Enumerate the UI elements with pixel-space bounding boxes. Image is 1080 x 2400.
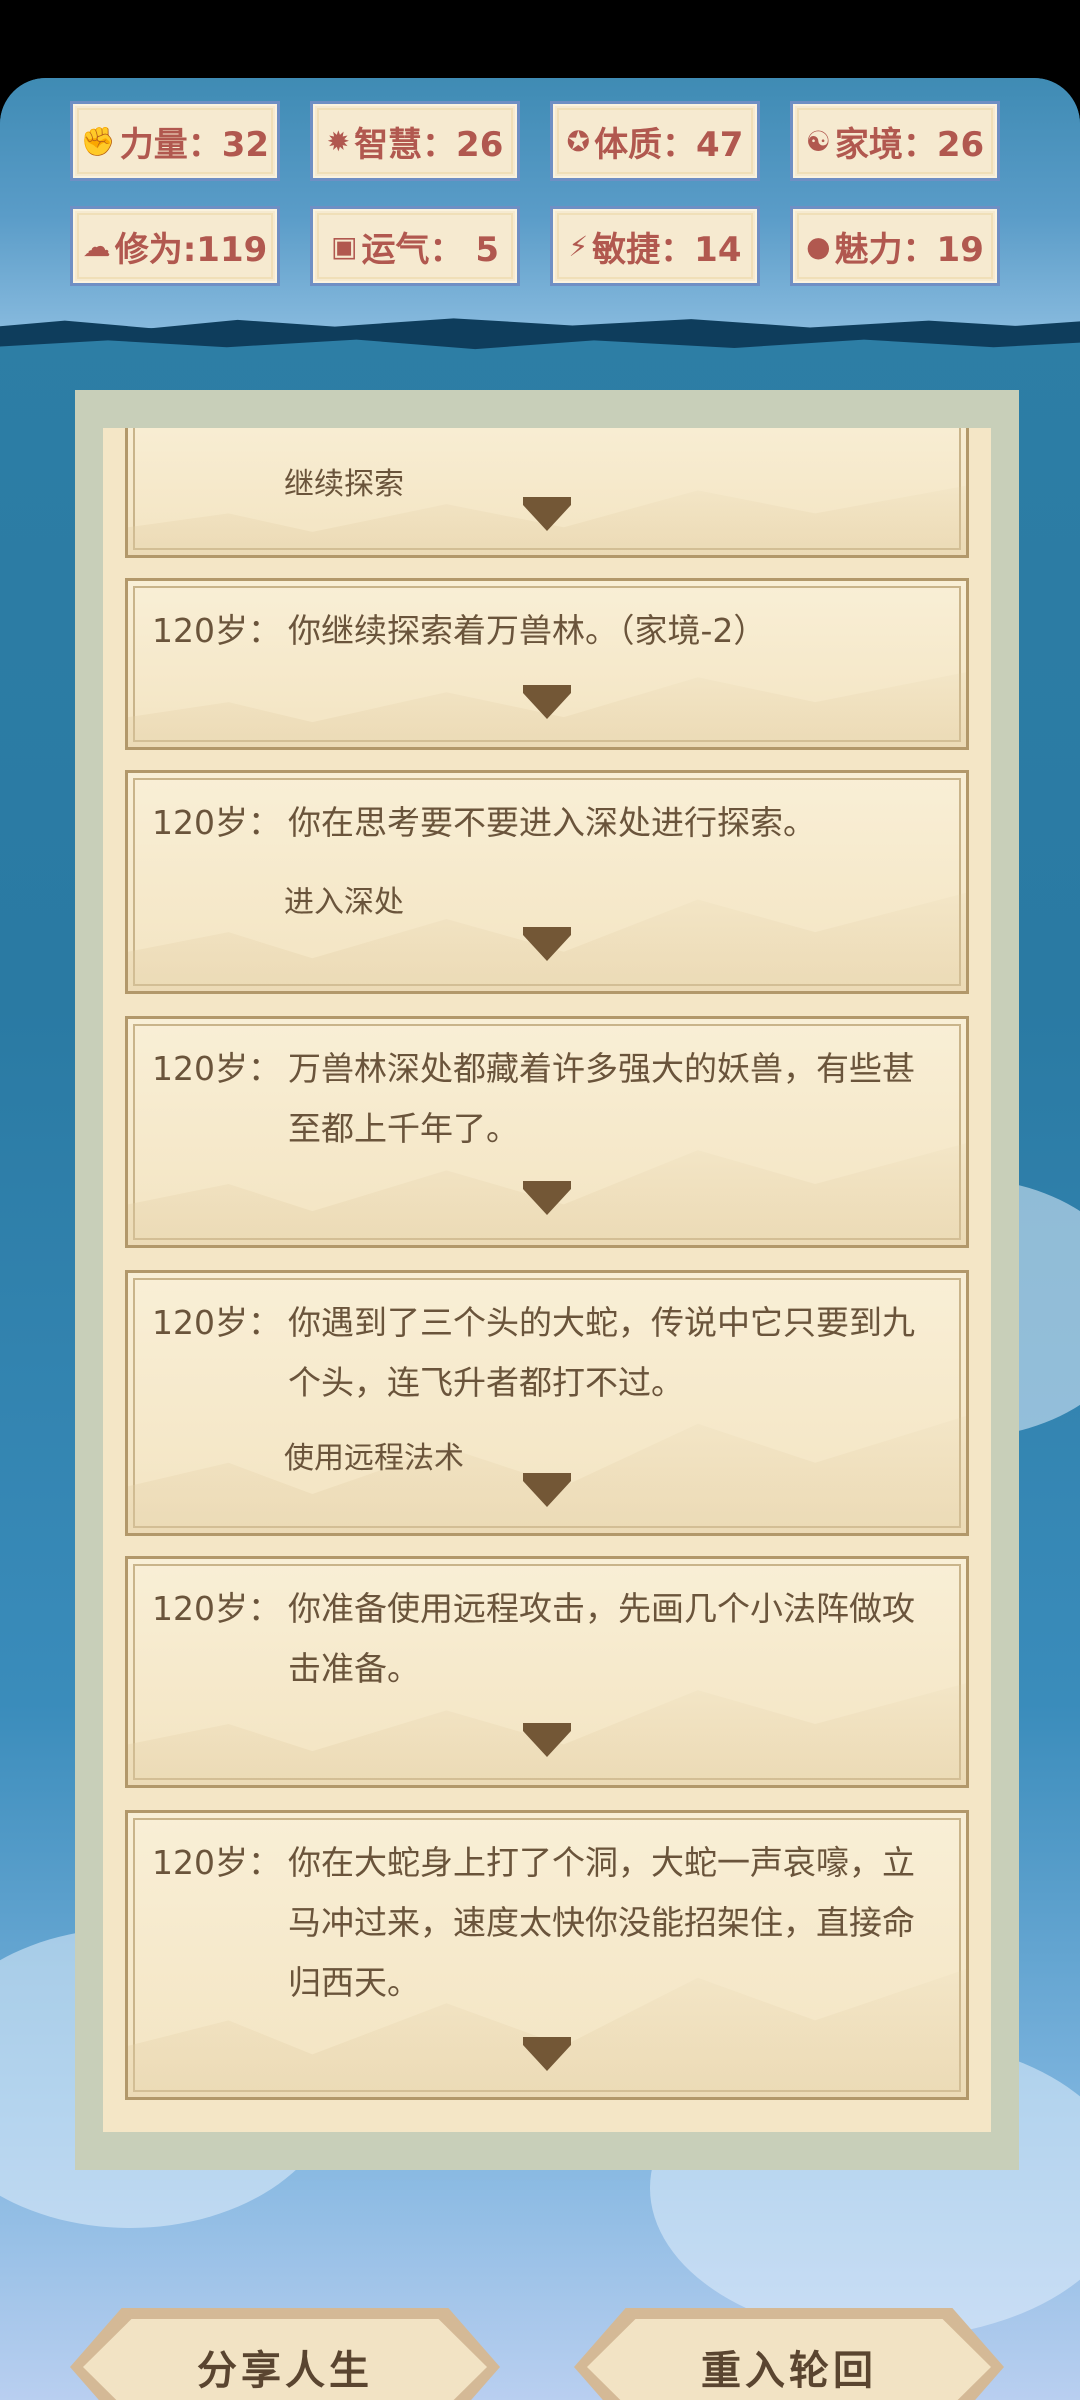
age-label: 120岁： [152,1843,281,1882]
entry-text: 你继续探索着万兽林。（家境-2） [288,611,767,650]
cloud-icon: ☁ [82,229,111,263]
entry-text: 你遇到了三个头的大蛇，传说中它只要到九个头，连飞升者都打不过。 [288,1303,915,1402]
stat-constitution: ✪ 体质：47 [550,101,760,181]
lightning-icon: ⚡ [568,229,589,263]
entry-text: 你在思考要不要进入深处进行探索。 [288,803,816,842]
entry-text: 万兽林深处都藏着许多强大的妖兽，有些甚至都上千年了。 [288,1049,915,1148]
log-entry: 120岁： 你在思考要不要进入深处进行探索。 [152,793,942,853]
stat-strength: ✊ 力量：32 [70,101,280,181]
log-entry: 120岁： 你继续探索着万兽林。（家境-2） [152,601,942,661]
age-label: 120岁： [152,611,281,650]
expand-arrow-icon[interactable] [523,1723,571,1757]
stat-label: 力量：32 [119,124,270,165]
stat-agility: ⚡ 敏捷：14 [550,206,760,286]
stat-charm: ● 魅力：19 [790,206,1000,286]
age-label: 120岁： [152,803,281,842]
log-card: 120岁： 你遇到了三个头的大蛇，传说中它只要到九个头，连飞升者都打不过。 使用远… [125,1270,969,1536]
log-entry: 120岁： 你准备使用远程攻击，先画几个小法阵做攻击准备。 [152,1579,942,1699]
stat-label: 家境：26 [834,124,985,165]
restart-cycle-button[interactable]: 重入轮回 [574,2308,1004,2400]
lightbulb-icon: ✹ [326,124,351,158]
choice-label[interactable]: 使用远程法术 [284,1433,464,1477]
log-entry: 120岁： 万兽林深处都藏着许多强大的妖兽，有些甚至都上千年了。 [152,1039,942,1159]
expand-arrow-icon[interactable] [523,2037,571,2071]
stat-wisdom: ✹ 智慧：26 [310,101,520,181]
log-card: 继续探索 [125,428,969,558]
log-card: 120岁： 你在大蛇身上打了个洞，大蛇一声哀嚎，立马冲过来，速度太快你没能招架住，… [125,1810,969,2100]
entry-text: 你准备使用远程攻击，先画几个小法阵做攻击准备。 [288,1589,915,1688]
log-card: 120岁： 万兽林深处都藏着许多强大的妖兽，有些甚至都上千年了。 [125,1016,969,1248]
stat-label: 魅力：19 [834,229,984,270]
stat-label: 敏捷：14 [592,229,742,270]
choice-label[interactable]: 进入深处 [284,877,404,921]
age-label: 120岁： [152,1303,281,1342]
log-card: 120岁： 你在思考要不要进入深处进行探索。 进入深处 [125,770,969,994]
stat-label: 智慧：26 [354,124,504,165]
age-label: 120岁： [152,1049,281,1088]
restart-cycle-label: 重入轮回 [587,2319,991,2400]
log-card: 120岁： 你准备使用远程攻击，先画几个小法阵做攻击准备。 [125,1556,969,1788]
log-card: 120岁： 你继续探索着万兽林。（家境-2） [125,578,969,750]
luck-icon: ▣ [331,229,358,263]
stat-luck: ▣ 运气： 5 [310,206,520,286]
expand-arrow-icon[interactable] [523,927,571,961]
game-screen: ✊ 力量：32 ✹ 智慧：26 ✪ 体质：47 ☯ 家境：26 ☁ 修为:119 ▣ 运气：… [0,78,1080,2400]
entry-text: 你在大蛇身上打了个洞，大蛇一声哀嚎，立马冲过来，速度太快你没能招架住，直接命归西… [288,1843,915,2002]
life-log-panel: 继续探索 120岁： 你继续探索着万兽林。（家境-2） 120岁： 你在思考要不要进… [75,390,1019,2170]
expand-arrow-icon[interactable] [523,497,571,531]
expand-arrow-icon[interactable] [523,1473,571,1507]
age-label: 120岁： [152,1589,281,1628]
expand-arrow-icon[interactable] [523,1181,571,1215]
log-entry: 120岁： 你在大蛇身上打了个洞，大蛇一声哀嚎，立马冲过来，速度太快你没能招架住，… [152,1833,942,2013]
mountain-decoration [128,892,966,991]
life-log-scroll[interactable]: 继续探索 120岁： 你继续探索着万兽林。（家境-2） 120岁： 你在思考要不要进… [103,428,991,2132]
share-life-button[interactable]: 分享人生 [70,2308,500,2400]
fist-icon: ✊ [80,124,116,158]
choice-label[interactable]: 继续探索 [284,459,404,503]
charm-icon: ● [806,229,831,263]
body-icon: ✪ [566,124,591,158]
share-life-label: 分享人生 [83,2319,487,2400]
stat-label: 修为:119 [114,229,268,270]
house-icon: ☯ [805,124,831,158]
stat-label: 运气： 5 [361,229,499,270]
stat-label: 体质：47 [594,124,744,165]
log-entry: 120岁： 你遇到了三个头的大蛇，传说中它只要到九个头，连飞升者都打不过。 [152,1293,942,1413]
expand-arrow-icon[interactable] [523,685,571,719]
stat-cultivation: ☁ 修为:119 [70,206,280,286]
stat-family: ☯ 家境：26 [790,101,1000,181]
